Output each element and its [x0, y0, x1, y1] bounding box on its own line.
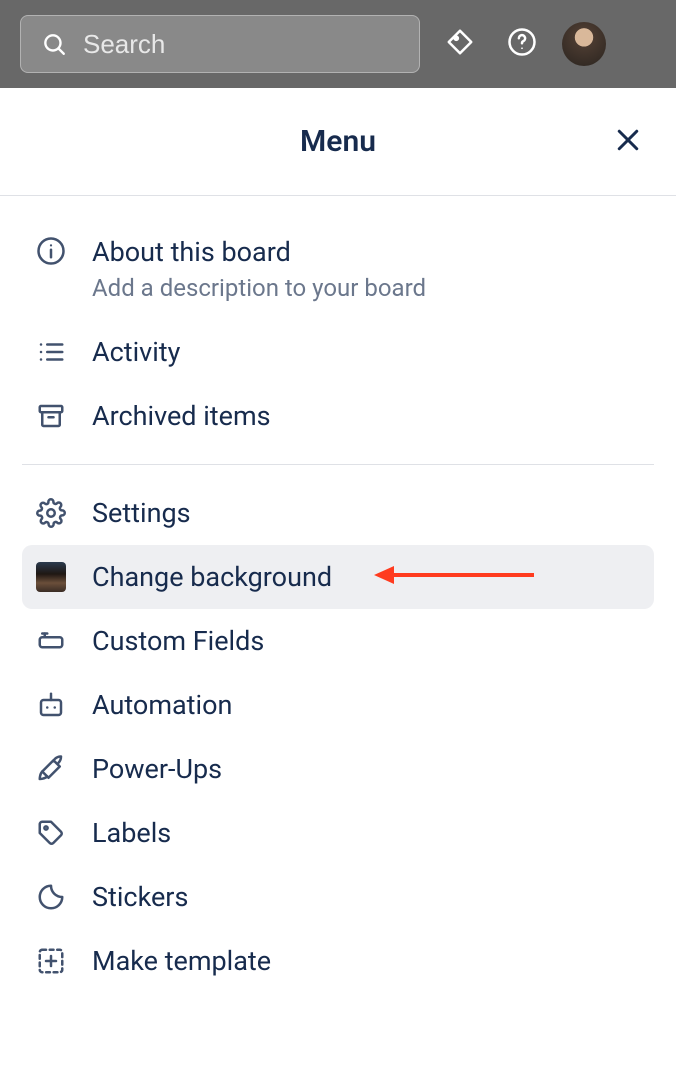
- menu-item-labels[interactable]: Labels: [22, 801, 654, 865]
- menu-item-label: Automation: [92, 689, 232, 721]
- tag-icon: [445, 27, 475, 61]
- menu-item-label: Archived items: [92, 400, 271, 432]
- menu-item-stickers[interactable]: Stickers: [22, 865, 654, 929]
- close-icon: [613, 125, 643, 159]
- menu-title: Menu: [300, 124, 376, 159]
- menu-item-label: Activity: [92, 336, 180, 368]
- help-icon: [507, 27, 537, 61]
- background-thumbnail: [36, 562, 66, 592]
- info-icon: [36, 236, 66, 266]
- menu-item-about[interactable]: About this board Add a description to yo…: [22, 218, 654, 320]
- menu-item-custom-fields[interactable]: Custom Fields: [22, 609, 654, 673]
- close-button[interactable]: [608, 122, 648, 162]
- menu-item-sub: Add a description to your board: [92, 274, 426, 302]
- menu-item-label: Change background: [92, 561, 332, 593]
- template-icon: [36, 946, 66, 976]
- menu-item-label: Power-Ups: [92, 753, 222, 785]
- search-box[interactable]: [20, 15, 420, 73]
- label-button[interactable]: [438, 22, 482, 66]
- archive-icon: [36, 401, 66, 431]
- menu-item-label: Settings: [92, 497, 191, 529]
- menu-list: About this board Add a description to yo…: [0, 196, 676, 993]
- menu-item-label: About this board: [92, 236, 426, 268]
- menu-item-activity[interactable]: Activity: [22, 320, 654, 384]
- activity-icon: [36, 337, 66, 367]
- search-input[interactable]: [83, 29, 401, 60]
- search-icon: [39, 29, 69, 59]
- custom-fields-icon: [36, 626, 66, 656]
- menu-item-label: Custom Fields: [92, 625, 264, 657]
- menu-item-archived[interactable]: Archived items: [22, 384, 654, 448]
- menu-item-label: Labels: [92, 817, 171, 849]
- label-icon: [36, 818, 66, 848]
- menu-header: Menu: [0, 88, 676, 196]
- robot-icon: [36, 690, 66, 720]
- menu-item-text: About this board Add a description to yo…: [92, 236, 426, 302]
- gear-icon: [36, 498, 66, 528]
- divider: [22, 464, 654, 465]
- menu-item-change-background[interactable]: Change background: [22, 545, 654, 609]
- menu-item-make-template[interactable]: Make template: [22, 929, 654, 993]
- menu-item-automation[interactable]: Automation: [22, 673, 654, 737]
- sticker-icon: [36, 882, 66, 912]
- menu-item-label: Make template: [92, 945, 271, 977]
- menu-item-label: Stickers: [92, 881, 188, 913]
- callout-arrow: [374, 563, 534, 591]
- avatar[interactable]: [562, 22, 606, 66]
- topbar: [0, 0, 676, 88]
- rocket-icon: [36, 754, 66, 784]
- help-button[interactable]: [500, 22, 544, 66]
- menu-panel: Menu About this board Add a descrip: [0, 88, 676, 993]
- menu-item-powerups[interactable]: Power-Ups: [22, 737, 654, 801]
- menu-item-settings[interactable]: Settings: [22, 481, 654, 545]
